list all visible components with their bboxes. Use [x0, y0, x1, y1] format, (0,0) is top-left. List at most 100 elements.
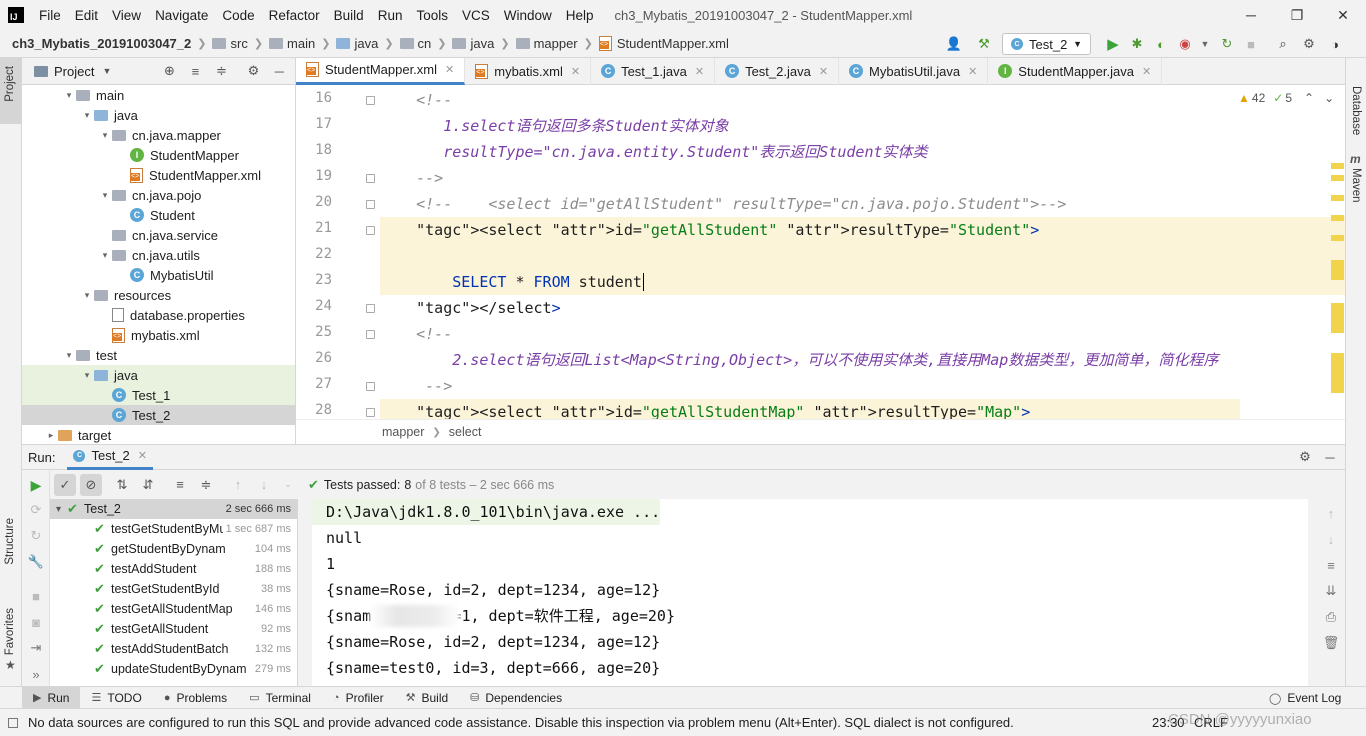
menu-file[interactable]: File — [32, 8, 68, 23]
more-run-icon[interactable]: ▼ — [1197, 36, 1213, 52]
structure-stripe-label[interactable]: Structure — [4, 518, 16, 565]
test-row[interactable]: ✔ updateStudentByDynam 279 ms — [50, 659, 297, 679]
editor-tab[interactable]: I StudentMapper.java ✕ — [988, 57, 1163, 85]
tree-item[interactable]: ▾ cn.java.pojo — [22, 185, 295, 205]
code-line[interactable]: <!-- — [380, 321, 452, 347]
warning-stripe[interactable] — [1331, 260, 1344, 280]
fold-marker-icon[interactable] — [366, 226, 375, 235]
scroll-to-end-icon[interactable]: ⇊ — [1323, 583, 1339, 599]
console-line[interactable]: {sname=Rose, id=2, dept=1234, age=12} — [312, 577, 1308, 603]
dropdown-arrow-icon[interactable]: ▼ — [102, 66, 111, 76]
tree-item[interactable]: I StudentMapper — [22, 145, 295, 165]
hide-run-panel-icon[interactable]: ─ — [1322, 449, 1338, 465]
stop-icon[interactable]: ■ — [1243, 36, 1259, 52]
editor-tab[interactable]: StudentMapper.xml ✕ — [296, 57, 466, 85]
code-line[interactable]: "tagc"><select "attr">id="getAllStudent"… — [380, 217, 1345, 243]
tool-todo-button[interactable]: ☰ TODO — [80, 687, 152, 709]
close-tab-icon[interactable]: ✕ — [571, 65, 580, 78]
expand-arrow-icon[interactable]: ▾ — [62, 350, 76, 361]
warning-stripe[interactable] — [1331, 163, 1344, 169]
test-row[interactable]: ✔ getStudentByDynam 104 ms — [50, 539, 297, 559]
user-icon[interactable]: 👤 — [946, 36, 962, 52]
editor-tab[interactable]: C Test_1.java ✕ — [591, 57, 716, 85]
tool-terminal-button[interactable]: ▭ Terminal — [238, 687, 322, 709]
close-tab-icon[interactable]: ✕ — [1142, 65, 1151, 78]
expand-arrow-icon[interactable]: ▾ — [98, 250, 112, 261]
search-icon[interactable]: ⌕ — [1275, 36, 1291, 52]
hide-panel-icon[interactable]: ─ — [271, 63, 287, 79]
fold-marker-icon[interactable] — [366, 174, 375, 183]
tree-item[interactable]: ▾ java — [22, 105, 295, 125]
camera-icon[interactable]: ◙ — [28, 614, 44, 630]
tree-item[interactable]: ▸ target — [22, 425, 295, 445]
console-line[interactable]: {sname=Rose, id=2, dept=1234, age=12} — [312, 629, 1308, 655]
code-line[interactable]: "tagc"></select> — [380, 295, 561, 321]
breadcrumb-project[interactable]: ch3_Mybatis_20191003047_2 — [12, 36, 191, 51]
test-row[interactable]: ✔ testGetAllStudent 92 ms — [50, 619, 297, 639]
menu-navigate[interactable]: Navigate — [148, 8, 215, 23]
test-row[interactable]: ✔ testGetAllStudentMap 146 ms — [50, 599, 297, 619]
scroll-down-icon[interactable]: ↓ — [1323, 531, 1339, 547]
warning-stripe[interactable] — [1331, 235, 1344, 241]
tree-item[interactable]: ▾ cn.java.utils — [22, 245, 295, 265]
test-row[interactable]: ✔ testAddStudent 188 ms — [50, 559, 297, 579]
close-tab-icon[interactable]: ✕ — [445, 63, 454, 76]
tree-item[interactable]: ▾ main — [22, 85, 295, 105]
menu-code[interactable]: Code — [215, 8, 261, 23]
collapse-all-icon[interactable]: ≑ — [213, 63, 229, 79]
close-window-icon[interactable]: ✕ — [1320, 0, 1366, 30]
menu-view[interactable]: View — [105, 8, 148, 23]
tool-run-button[interactable]: ▶ Run — [22, 686, 81, 709]
menu-run[interactable]: Run — [371, 8, 410, 23]
code-line[interactable]: --> — [380, 165, 443, 191]
expand-arrow-icon[interactable]: ▾ — [56, 504, 61, 515]
pin-icon[interactable]: ⇥ — [28, 640, 44, 656]
run-settings-icon[interactable]: ⚙ — [1297, 449, 1313, 465]
code-line[interactable]: 2.select语句返回List<Map<String,Object>，可以不使… — [380, 347, 1218, 373]
run-config-tab[interactable]: C Test_2 ✕ — [67, 445, 153, 470]
tree-item[interactable]: StudentMapper.xml — [22, 165, 295, 185]
next-failed-icon[interactable]: ↓ — [256, 477, 272, 493]
menu-tools[interactable]: Tools — [409, 8, 455, 23]
tree-item[interactable]: mybatis.xml — [22, 325, 295, 345]
ide-features-icon[interactable]: ◑ — [1327, 36, 1343, 52]
console-output[interactable]: D:\Java\jdk1.8.0_101\bin\java.exe ... nul… — [312, 499, 1308, 686]
hammer-icon[interactable]: ⚒ — [976, 36, 992, 52]
expand-all-icon[interactable]: ≡ — [187, 63, 203, 79]
tree-item[interactable]: ▾ resources — [22, 285, 295, 305]
fold-marker-icon[interactable] — [366, 304, 375, 313]
menu-refactor[interactable]: Refactor — [262, 8, 327, 23]
fold-marker-icon[interactable] — [366, 96, 375, 105]
sort-alpha-icon[interactable]: ⇅ — [114, 477, 130, 493]
coverage-icon[interactable]: ◐ — [1153, 36, 1169, 52]
code-editor[interactable]: ▲ 42 ✓ 5 ⌃ ⌄ <!-- 1.select语句返回多条Student实… — [380, 85, 1345, 419]
expand-arrow-icon[interactable]: ▾ — [62, 90, 76, 101]
close-tab-icon[interactable]: ✕ — [968, 65, 977, 78]
menu-window[interactable]: Window — [497, 8, 559, 23]
soft-wrap-icon[interactable]: ≡ — [1323, 557, 1339, 573]
test-row[interactable]: ✔ testGetStudentById 38 ms — [50, 579, 297, 599]
warning-stripe[interactable] — [1331, 215, 1344, 221]
expand-arrow-icon[interactable]: ▾ — [80, 290, 94, 301]
tool-profiler-button[interactable]: ◔ Profiler — [322, 687, 395, 709]
breadcrumb-mapper[interactable]: mapper — [534, 36, 578, 51]
code-line[interactable]: --> — [380, 373, 452, 399]
scroll-up-icon[interactable]: ↑ — [1323, 505, 1339, 521]
code-line[interactable]: <!-- <select id="getAllStudent" resultTy… — [380, 191, 1066, 217]
tree-item[interactable]: C Test_2 — [22, 405, 295, 425]
prev-failed-icon[interactable]: ↑ — [230, 477, 246, 493]
tree-item[interactable]: ▾ java — [22, 365, 295, 385]
run-config-select[interactable]: C Test_2 ▼ — [1002, 33, 1091, 55]
fold-marker-icon[interactable] — [366, 330, 375, 339]
menu-help[interactable]: Help — [559, 8, 601, 23]
rerun-icon[interactable]: ▶ — [28, 477, 44, 493]
tool-event-log-button[interactable]: ◯ Event Log — [1258, 687, 1352, 709]
console-line[interactable]: null — [312, 525, 1308, 551]
editor-crumb-mapper[interactable]: mapper — [382, 425, 424, 439]
reload-icon[interactable]: ↻ — [1219, 36, 1235, 52]
debug-icon[interactable]: ✱ — [1129, 36, 1145, 52]
tree-item[interactable]: ▾ cn.java.mapper — [22, 125, 295, 145]
maven-stripe-label[interactable]: Maven — [1350, 168, 1362, 203]
tree-item[interactable]: ▾ test — [22, 345, 295, 365]
prev-highlight-icon[interactable]: ⌃ — [1304, 91, 1314, 105]
